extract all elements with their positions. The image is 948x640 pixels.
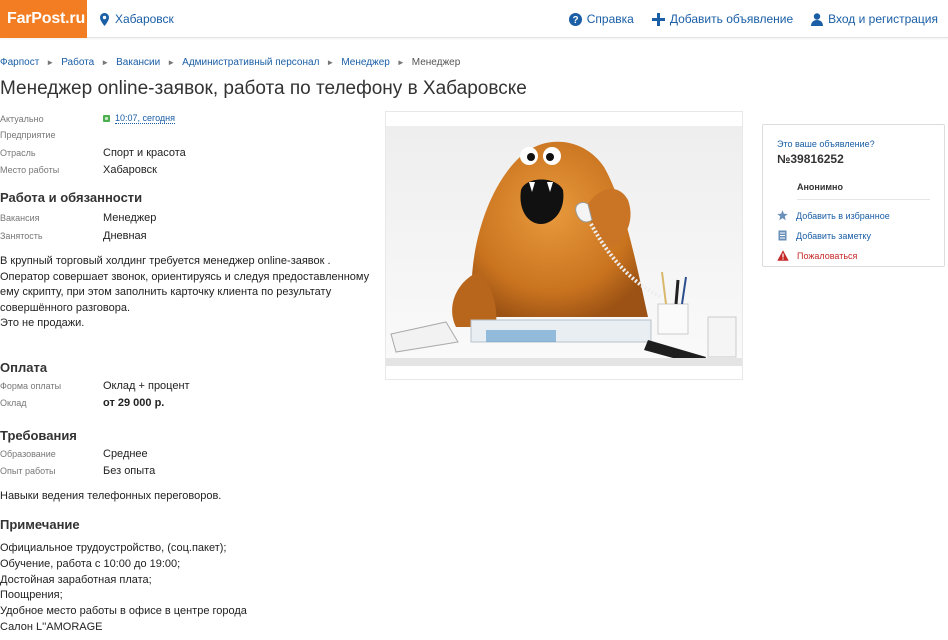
field-label: Вакансия	[0, 213, 40, 223]
field-company: Предприятие	[0, 130, 372, 147]
field-value: Оклад + процент	[103, 379, 190, 392]
text-line: Это не продажи.	[0, 317, 85, 329]
field-value: Среднее	[103, 447, 148, 460]
field-label: Оклад	[0, 397, 27, 408]
location-pin-icon	[100, 12, 109, 26]
add-note-button[interactable]: Добавить заметку	[777, 229, 930, 242]
text-line: Поощрения;	[0, 589, 63, 602]
breadcrumb-separator-icon: ►	[396, 58, 405, 67]
text-line: ему скрипту, при этом заполнить карточку…	[0, 286, 332, 298]
text-line: совершённого разговора.	[0, 301, 131, 314]
section-title-requirements: Требования	[0, 427, 77, 443]
note-label: Добавить заметку	[796, 230, 871, 241]
field-label: Опыт работы	[0, 465, 56, 476]
text-line: Обучение, работа с 10:00 до 19:00;	[0, 557, 181, 570]
text-line: Салон L''AMORAGE	[0, 620, 103, 633]
complain-button[interactable]: Пожаловаться	[777, 249, 930, 262]
field-employment: Занятость Дневная	[0, 230, 372, 247]
add-ad-label: Добавить объявление	[669, 12, 794, 26]
ad-details: Актуально 10:07, сегодня Предприятие Отр…	[0, 113, 372, 636]
field-actual: Актуально 10:07, сегодня	[0, 113, 372, 130]
field-label: Отрасль	[0, 148, 36, 158]
salary-value: от 29 000 р.	[103, 396, 165, 409]
complain-label: Пожаловаться	[797, 250, 858, 261]
note-icon	[778, 230, 787, 241]
text-line: Достойная заработная плата;	[0, 573, 152, 586]
field-vacancy: Вакансия Менеджер	[0, 212, 372, 229]
breadcrumb: Фарпост ► Работа ► Вакансии ► Администра…	[0, 57, 460, 68]
freshness: 10:07, сегодня	[103, 113, 176, 124]
duties-text: В крупный торговый холдинг требуется мен…	[0, 254, 372, 332]
breadcrumb-item-vacancies[interactable]: Вакансии	[116, 57, 160, 68]
text-line: Официальное трудоустройство, (соц.пакет)…	[0, 542, 227, 554]
login-label: Вход и регистрация	[828, 12, 938, 26]
site-header: FarPost.ru Хабаровск ? Справка Добавить …	[0, 0, 948, 38]
field-industry: Отрасль Спорт и красота	[0, 147, 372, 164]
ad-owner-card: Это ваше объявление? №39816252 Анонимно …	[762, 124, 945, 267]
city-label: Хабаровск	[115, 12, 174, 26]
site-logo[interactable]: FarPost.ru	[0, 0, 87, 38]
favorite-label: Добавить в избранное	[796, 210, 890, 221]
breadcrumb-item-manager[interactable]: Менеджер	[341, 57, 390, 68]
add-to-favorites-button[interactable]: Добавить в избранное	[777, 209, 930, 222]
add-ad-link[interactable]: Добавить объявление	[651, 12, 794, 26]
breadcrumb-item-work[interactable]: Работа	[61, 57, 94, 68]
author-name: Анонимно	[797, 182, 930, 200]
field-label: Форма оплаты	[0, 380, 62, 391]
field-label: Занятость	[0, 231, 43, 241]
header-nav: ? Справка Добавить объявление Вход и рег…	[568, 0, 938, 38]
help-link[interactable]: ? Справка	[568, 12, 634, 26]
user-icon	[811, 12, 824, 26]
warning-icon	[777, 250, 789, 261]
field-payment-form: Форма оплаты Оклад + процент	[0, 380, 372, 397]
text-line: В крупный торговый холдинг требуется мен…	[0, 255, 331, 267]
freshness-link[interactable]: 10:07, сегодня	[115, 113, 176, 124]
section-title-payment: Оплата	[0, 359, 48, 375]
field-experience: Опыт работы Без опыта	[0, 465, 372, 482]
breadcrumb-separator-icon: ►	[101, 58, 110, 67]
freshness-icon	[103, 115, 110, 122]
login-link[interactable]: Вход и регистрация	[811, 12, 938, 26]
breadcrumb-separator-icon: ►	[46, 58, 55, 67]
city-selector[interactable]: Хабаровск	[100, 0, 174, 38]
field-location: Место работы Хабаровск	[0, 164, 372, 181]
field-value: Хабаровск	[103, 164, 157, 176]
text-line: Оператор совершает звонок, ориентируясь …	[0, 270, 370, 283]
help-label: Справка	[586, 12, 634, 26]
breadcrumb-item-admin-staff[interactable]: Административный персонал	[182, 57, 319, 68]
plus-icon	[651, 12, 665, 26]
text-line: Удобное место работы в офисе в центре го…	[0, 605, 247, 618]
field-education: Образование Среднее	[0, 448, 372, 465]
section-title-note: Примечание	[0, 517, 80, 532]
field-value: Менеджер	[103, 212, 157, 224]
breadcrumb-separator-icon: ►	[167, 58, 176, 67]
field-label: Актуально	[0, 114, 44, 124]
field-value: Без опыта	[103, 464, 156, 477]
note-text: Официальное трудоустройство, (соц.пакет)…	[0, 541, 372, 636]
field-label: Предприятие	[0, 130, 56, 140]
star-icon	[777, 210, 788, 221]
breadcrumb-separator-icon: ►	[326, 58, 335, 67]
monster-phone-illustration	[386, 126, 742, 366]
field-salary: Оклад от 29 000 р.	[0, 397, 372, 414]
ad-photo[interactable]	[385, 111, 743, 380]
section-title-duties: Работа и обязанности	[0, 190, 143, 205]
page-title: Менеджер online-заявок, работа по телефо…	[0, 78, 527, 99]
is-yours-link[interactable]: Это ваше объявление?	[777, 139, 930, 149]
ad-number: №39816252	[777, 152, 844, 166]
field-label: Образование	[0, 448, 56, 459]
svg-text:?: ?	[572, 15, 578, 26]
requirements-text: Навыки ведения телефонных переговоров.	[0, 489, 222, 502]
field-value: Дневная	[103, 230, 147, 242]
field-value: Спорт и красота	[103, 147, 186, 159]
breadcrumb-item-farpost[interactable]: Фарпост	[0, 57, 39, 68]
field-label: Место работы	[0, 165, 60, 175]
question-icon: ?	[568, 12, 582, 26]
breadcrumb-item-current: Менеджер	[411, 57, 461, 68]
